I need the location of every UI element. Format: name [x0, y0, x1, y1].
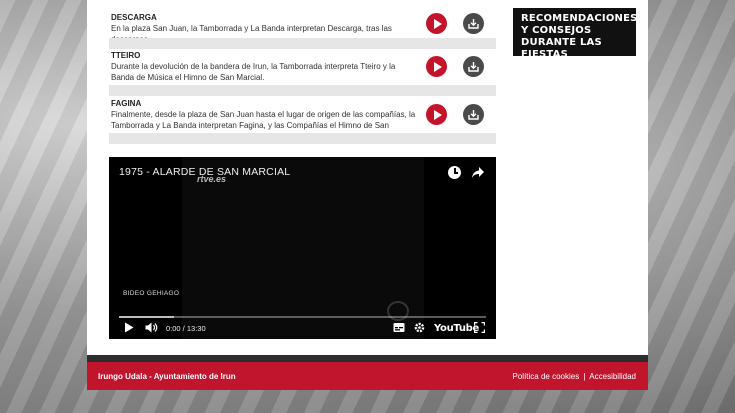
play-button[interactable]	[426, 104, 447, 125]
download-icon	[468, 62, 479, 72]
track-item-tteiro: TTEIRO Durante la devolución de la bande…	[109, 51, 496, 96]
video-player[interactable]: 1975 - ALARDE DE SAN MARCIAL rtve.es BID…	[109, 157, 496, 339]
download-button[interactable]	[463, 56, 484, 77]
play-icon	[433, 61, 442, 72]
footer: Irungo Udala - Ayuntamiento de Irun Polí…	[87, 362, 648, 390]
volume-icon[interactable]	[145, 322, 158, 333]
more-videos-label[interactable]: BIDEO GEHIAGO	[123, 290, 179, 297]
channel-logo: rtve.es	[197, 174, 227, 184]
play-icon[interactable]	[124, 322, 134, 333]
footer-links: Política de cookies | Accesibilidad	[513, 372, 637, 381]
player-controls: 0:00 / 13:30 YouTube	[109, 320, 496, 338]
play-icon	[433, 18, 442, 29]
play-button[interactable]	[426, 13, 447, 34]
cookies-policy-link[interactable]: Política de cookies	[513, 372, 580, 381]
subtitles-icon[interactable]	[393, 322, 405, 333]
track-name: TTEIRO	[111, 51, 141, 60]
footer-band	[87, 355, 648, 362]
accessibility-link[interactable]: Accesibilidad	[589, 372, 636, 381]
download-icon	[468, 110, 479, 120]
buffered-fill	[119, 316, 175, 318]
footer-divider: |	[583, 372, 586, 381]
download-button[interactable]	[463, 13, 484, 34]
track-item-descarga: DESCARGA En la plaza San Juan, la Tambor…	[109, 13, 496, 49]
row-separator	[109, 85, 496, 96]
track-item-fagina: FAGINA Finalmente, desde la plaza de San…	[109, 99, 496, 146]
footer-site-name: Irungo Udala - Ayuntamiento de Irun	[98, 372, 236, 381]
track-name: DESCARGA	[111, 13, 157, 22]
share-icon[interactable]	[471, 166, 485, 179]
progress-bar[interactable]	[119, 316, 486, 318]
track-name: FAGINA	[111, 99, 142, 108]
time-display: 0:00 / 13:30	[166, 324, 206, 333]
rtve-watermark-icon	[387, 301, 409, 321]
track-description: Durante la devolución de la bandera de I…	[111, 62, 396, 82]
download-icon	[468, 19, 479, 29]
play-button[interactable]	[426, 56, 447, 77]
download-button[interactable]	[463, 104, 484, 125]
youtube-logo[interactable]: YouTube	[434, 323, 479, 334]
play-icon	[433, 109, 442, 120]
row-separator	[109, 38, 496, 49]
recommendations-link[interactable]: RECOMENDACIONES Y CONSEJOS DURANTE LAS F…	[513, 8, 637, 60]
watch-later-icon[interactable]	[448, 166, 461, 179]
settings-gear-icon[interactable]	[414, 322, 425, 333]
fullscreen-icon[interactable]	[474, 322, 485, 333]
content-panel: DESCARGA En la plaza San Juan, la Tambor…	[87, 0, 648, 355]
row-separator	[109, 133, 496, 144]
